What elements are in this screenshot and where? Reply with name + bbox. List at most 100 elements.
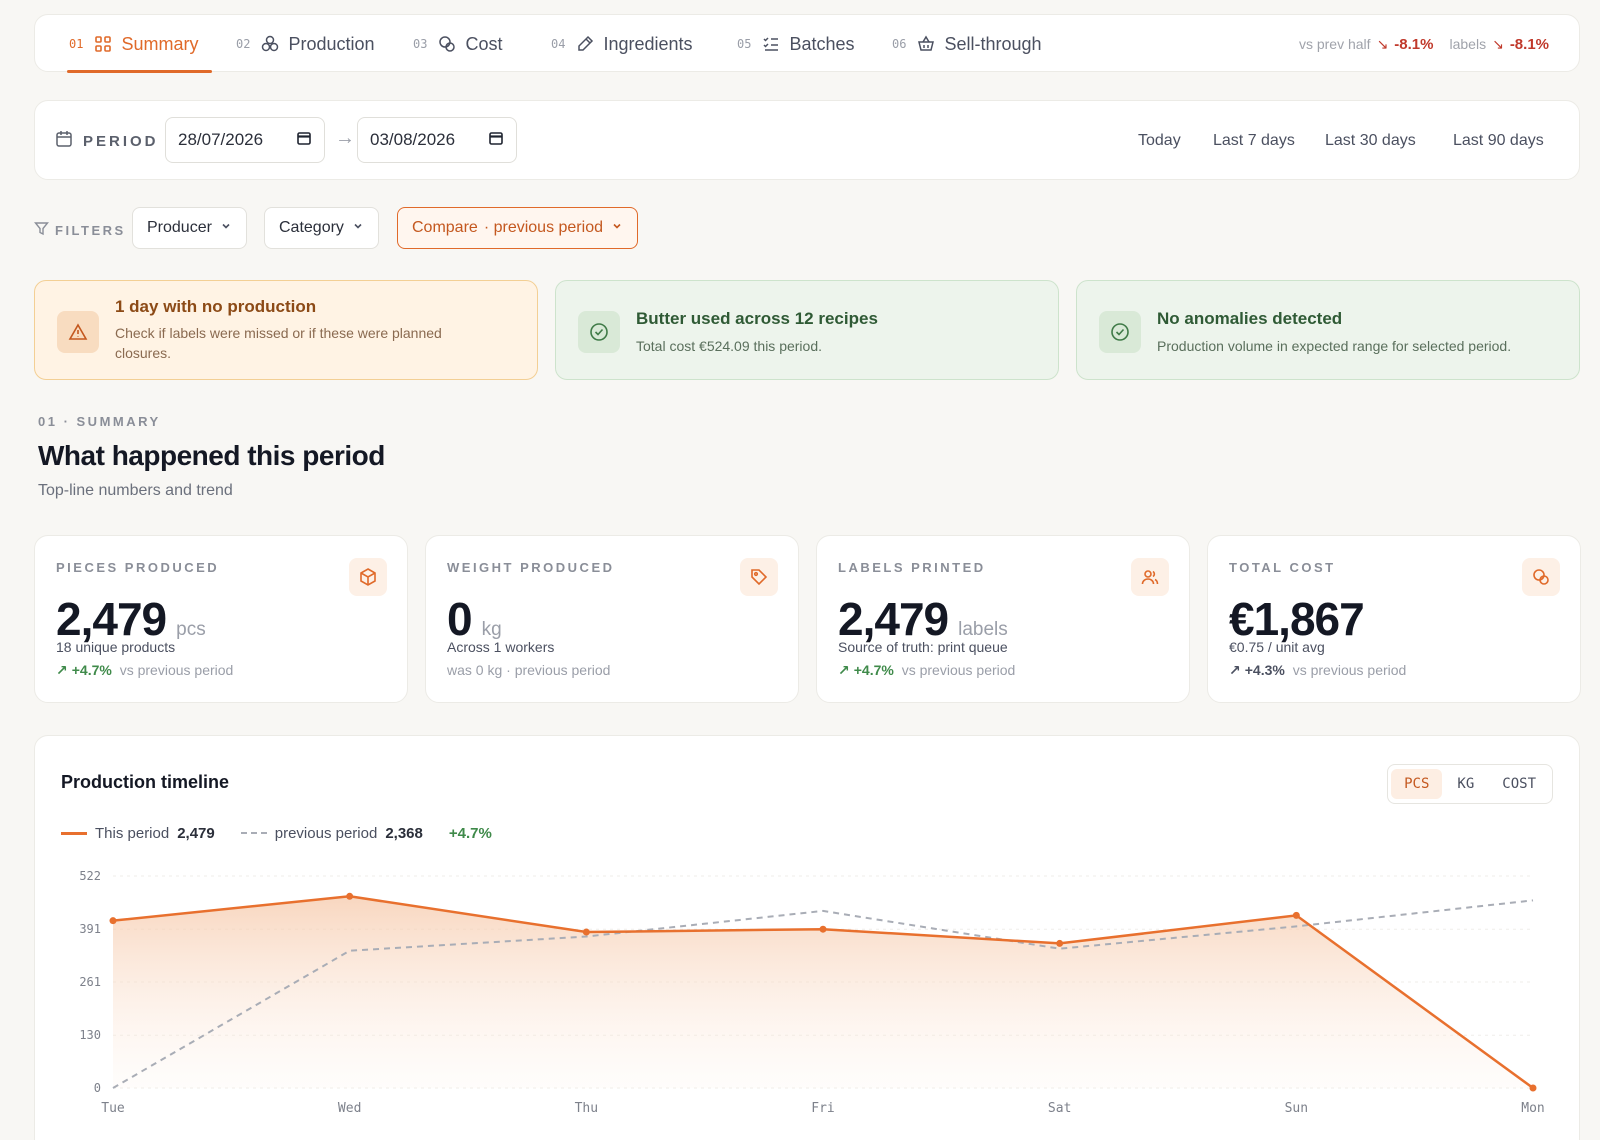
date-to-input[interactable]: 03/08/2026 (357, 117, 517, 163)
kpi-total-cost: TOTAL COST €1,867 €0.75 / unit avg ↗ +4.3… (1207, 535, 1581, 703)
alert-text: Check if labels were missed or if these … (115, 325, 442, 361)
quick-last-90-days[interactable]: Last 90 days (1453, 101, 1544, 181)
kpi-delta-text: vs previous period (901, 662, 1016, 678)
kpi-delta-text: vs previous period (1292, 662, 1407, 678)
kpi-delta-text: was 0 kg · previous period (447, 662, 611, 678)
check-circle-icon (1099, 311, 1141, 353)
calendar-icon (55, 130, 73, 152)
compare-dropdown-label: Compare (412, 219, 478, 236)
legend-swatch-this (61, 831, 87, 835)
kpi-subtext: 18 unique products (56, 639, 176, 655)
tab-number: 04 (551, 37, 566, 51)
tab-number: 03 (413, 37, 428, 51)
trend-down-icon: ↘ (1376, 35, 1389, 52)
tab-number: 06 (892, 37, 907, 51)
quick-last-30-days[interactable]: Last 30 days (1325, 101, 1416, 181)
vs-prev-label: vs prev half (1298, 36, 1371, 52)
header-deltas: vs prev half ↘ -8.1% labels ↘ -8.1% (1299, 15, 1549, 73)
x-tick-label: Sun (1285, 1101, 1308, 1116)
tab-label: Summary (121, 33, 199, 54)
coins-icon (1522, 558, 1560, 596)
toggle-pcs[interactable]: PCS (1391, 769, 1443, 799)
x-tick-label: Wed (338, 1101, 361, 1116)
checklist-icon (761, 34, 781, 54)
calendar-picker-icon[interactable] (488, 130, 504, 151)
chart-title: Production timeline (61, 772, 230, 792)
this-period-area (113, 896, 1533, 1088)
producer-dropdown[interactable]: Producer (132, 207, 247, 249)
warning-icon (57, 311, 99, 353)
box-icon (349, 558, 387, 596)
this-period-point (1529, 1084, 1537, 1092)
alert-title: 1 day with no production (115, 297, 317, 316)
kpi-subtext: €0.75 / unit avg (1229, 639, 1325, 655)
kpi-unit: pcs (176, 619, 206, 640)
tab-label: Batches (789, 33, 855, 54)
tab-label: Ingredients (603, 33, 693, 54)
y-tick-label: 261 (79, 975, 101, 989)
tab-summary[interactable]: 01 Summary (66, 15, 213, 73)
kpi-value: 0 (447, 593, 473, 645)
chart-legend: This period 2,479 previous period 2,368 … (61, 818, 492, 848)
filter-icon (34, 221, 49, 239)
tab-batches[interactable]: 05 Batches (737, 15, 855, 73)
alert-no-anomalies: No anomalies detected Production volume … (1076, 280, 1580, 380)
kpi-delta-row: ↗ +4.7% vs previous period (56, 662, 233, 679)
calendar-picker-icon[interactable] (296, 130, 312, 151)
alert-butter-recipes: Butter used across 12 recipes Total cost… (555, 280, 1059, 380)
compare-dropdown-value: · previous period (483, 219, 603, 236)
x-tick-label: Tue (101, 1101, 125, 1116)
y-tick-label: 0 (94, 1081, 101, 1095)
kpi-subtext: Across 1 workers (447, 639, 555, 655)
alert-text: Total cost €524.09 this period. (636, 338, 823, 354)
trend-up-icon: ↗ (838, 662, 850, 678)
tab-number: 01 (69, 37, 84, 51)
kpi-pieces-produced: PIECES PRODUCED 2,479 pcs 18 unique prod… (34, 535, 408, 703)
kpi-labels-printed: LABELS PRINTED 2,479 labels Source of tr… (816, 535, 1190, 703)
trend-up-icon: ↗ (1229, 662, 1241, 678)
x-tick-label: Fri (811, 1101, 834, 1116)
tab-cost[interactable]: 03 Cost (413, 15, 502, 73)
basket-icon (916, 34, 936, 54)
date-to-value: 03/08/2026 (370, 130, 456, 149)
toggle-cost[interactable]: COST (1489, 769, 1549, 799)
kpi-unit: labels (958, 619, 1008, 640)
y-tick-label: 130 (79, 1028, 101, 1042)
kpi-delta-row: ↗ +4.3% vs previous period (1229, 662, 1406, 679)
legend-this-label: This period (95, 824, 170, 842)
quick-today[interactable]: Today (1138, 101, 1181, 181)
compare-dropdown[interactable]: Compare · previous period (397, 207, 638, 249)
coins-icon (437, 34, 457, 54)
category-dropdown-label: Category (279, 219, 344, 236)
kpi-delta: +4.3% (1244, 662, 1285, 678)
chevron-down-icon (611, 219, 623, 237)
x-tick-label: Thu (575, 1101, 598, 1116)
kpi-value-group: 2,479 pcs (56, 592, 206, 646)
tab-number: 02 (236, 37, 251, 51)
tab-label: Sell-through (944, 33, 1042, 54)
tab-production[interactable]: 02 Production (236, 15, 375, 73)
this-period-point (1292, 911, 1300, 919)
arrow-right-icon: → (335, 127, 355, 149)
quick-last-7-days[interactable]: Last 7 days (1213, 101, 1295, 181)
toggle-kg[interactable]: KG (1444, 769, 1487, 799)
period-label: PERIOD (83, 132, 159, 150)
metric-toggle: PCS KG COST (1387, 764, 1553, 804)
kpi-delta: +4.7% (71, 662, 112, 678)
filters-label-group: FILTERS (34, 210, 126, 250)
grid-icon (93, 34, 113, 54)
tab-bar: 01 Summary 02 Production 03 Cost 04 Ingr… (34, 14, 1580, 73)
tab-sell-through[interactable]: 06 Sell-through (892, 15, 1042, 73)
period-label-group: PERIOD (55, 101, 159, 181)
this-period-point (819, 925, 827, 933)
kpi-delta: +4.7% (853, 662, 894, 678)
tag-icon (740, 558, 778, 596)
date-from-input[interactable]: 28/07/2026 (165, 117, 325, 163)
this-period-point (582, 928, 590, 936)
kpi-label: PIECES PRODUCED (56, 560, 220, 575)
category-dropdown[interactable]: Category (264, 207, 379, 249)
this-period-point (346, 892, 354, 900)
tab-ingredients[interactable]: 04 Ingredients (551, 15, 693, 73)
x-tick-label: Mon (1521, 1101, 1544, 1116)
x-tick-label: Sat (1048, 1101, 1071, 1116)
